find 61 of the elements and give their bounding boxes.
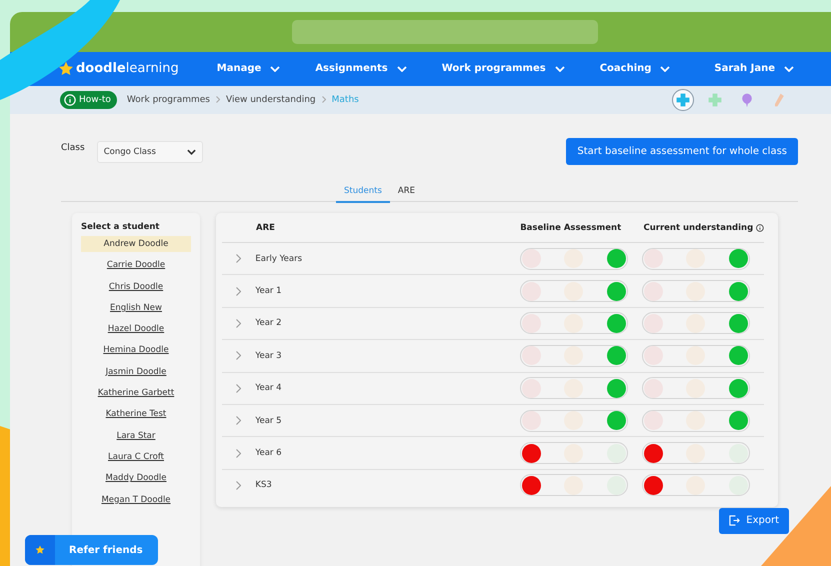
caret-icon bbox=[784, 66, 794, 72]
chevron-right-icon[interactable] bbox=[236, 286, 242, 296]
student-link[interactable]: Hemina Doodle bbox=[81, 342, 191, 358]
user-menu[interactable]: Sarah Jane bbox=[714, 63, 794, 74]
breadcrumb-link[interactable]: View understanding bbox=[226, 94, 316, 105]
nav-menu[interactable]: Manage bbox=[216, 63, 280, 74]
chevron-right-icon[interactable] bbox=[236, 351, 242, 360]
nav-menu[interactable]: Work programmes bbox=[442, 63, 565, 74]
caret-icon bbox=[396, 66, 407, 72]
export-button[interactable]: Export bbox=[719, 508, 789, 534]
student-link[interactable]: Katherine Test bbox=[81, 406, 191, 422]
star-icon bbox=[58, 60, 74, 77]
student-link[interactable]: Megan T Doodle bbox=[81, 492, 191, 508]
student-link[interactable]: English New bbox=[81, 300, 191, 316]
nav-menu[interactable]: Assignments bbox=[315, 63, 407, 74]
student-link[interactable]: Chris Doodle bbox=[81, 278, 191, 295]
chevron-right-icon[interactable] bbox=[236, 254, 242, 264]
class-label: Class bbox=[61, 142, 85, 152]
table-cell-text: Year 1 bbox=[255, 286, 283, 296]
caret-icon bbox=[186, 148, 196, 154]
how-to-button[interactable]: How-to bbox=[60, 90, 117, 109]
breadcrumb-link[interactable]: Work programmes bbox=[126, 94, 210, 105]
student-link[interactable]: Laura C Croft bbox=[81, 448, 191, 465]
student-link[interactable]: Carrie Doodle bbox=[81, 257, 191, 274]
tab[interactable]: ARE bbox=[390, 182, 423, 202]
student-link[interactable]: Katherine Garbett bbox=[81, 385, 191, 402]
logo-text[interactable]: doodlelearning bbox=[76, 61, 179, 76]
info-icon[interactable] bbox=[756, 224, 764, 232]
star-icon bbox=[35, 545, 45, 555]
student-link[interactable]: Hazel Doodle bbox=[81, 321, 191, 338]
table-cell-text: Early Years bbox=[255, 254, 303, 264]
info-icon bbox=[64, 94, 76, 106]
table-cell-text: Year 4 bbox=[255, 383, 283, 394]
caret-icon bbox=[270, 66, 280, 72]
chevron-right-icon bbox=[322, 96, 326, 104]
nav-menu[interactable]: Coaching bbox=[600, 63, 670, 74]
table-cell-text: Year 2 bbox=[255, 318, 283, 328]
column-header: ARE bbox=[256, 222, 276, 232]
table-cell-text: KS3 bbox=[255, 480, 273, 490]
column-header: Current understanding bbox=[643, 222, 754, 232]
column-header: Baseline Assessment bbox=[520, 222, 622, 232]
student-link[interactable]: Lara Star bbox=[81, 428, 191, 444]
chevron-right-icon[interactable] bbox=[236, 480, 242, 490]
student-link[interactable]: Jasmin Doodle bbox=[81, 364, 191, 380]
student-link[interactable]: Andrew Doodle bbox=[81, 236, 191, 252]
student-link[interactable]: Maddy Doodle bbox=[81, 470, 191, 486]
table-cell-text: Year 3 bbox=[255, 350, 283, 361]
chevron-right-icon bbox=[216, 96, 220, 104]
table-cell-text: Year 6 bbox=[255, 448, 283, 458]
caret-icon bbox=[660, 66, 670, 72]
chevron-right-icon[interactable] bbox=[236, 318, 242, 328]
table-cell-text: Year 5 bbox=[255, 416, 283, 426]
chevron-right-icon[interactable] bbox=[236, 416, 242, 426]
panel-title: Select a student bbox=[81, 222, 160, 232]
caret-icon bbox=[554, 66, 565, 72]
class-dropdown[interactable]: Congo Class bbox=[96, 140, 203, 162]
export-icon bbox=[729, 515, 740, 526]
cross-icon[interactable] bbox=[672, 88, 694, 111]
start-assessment-button[interactable]: Start baseline assessment for whole class bbox=[566, 138, 798, 165]
chevron-right-icon[interactable] bbox=[236, 448, 242, 458]
chevron-right-icon[interactable] bbox=[236, 384, 242, 393]
